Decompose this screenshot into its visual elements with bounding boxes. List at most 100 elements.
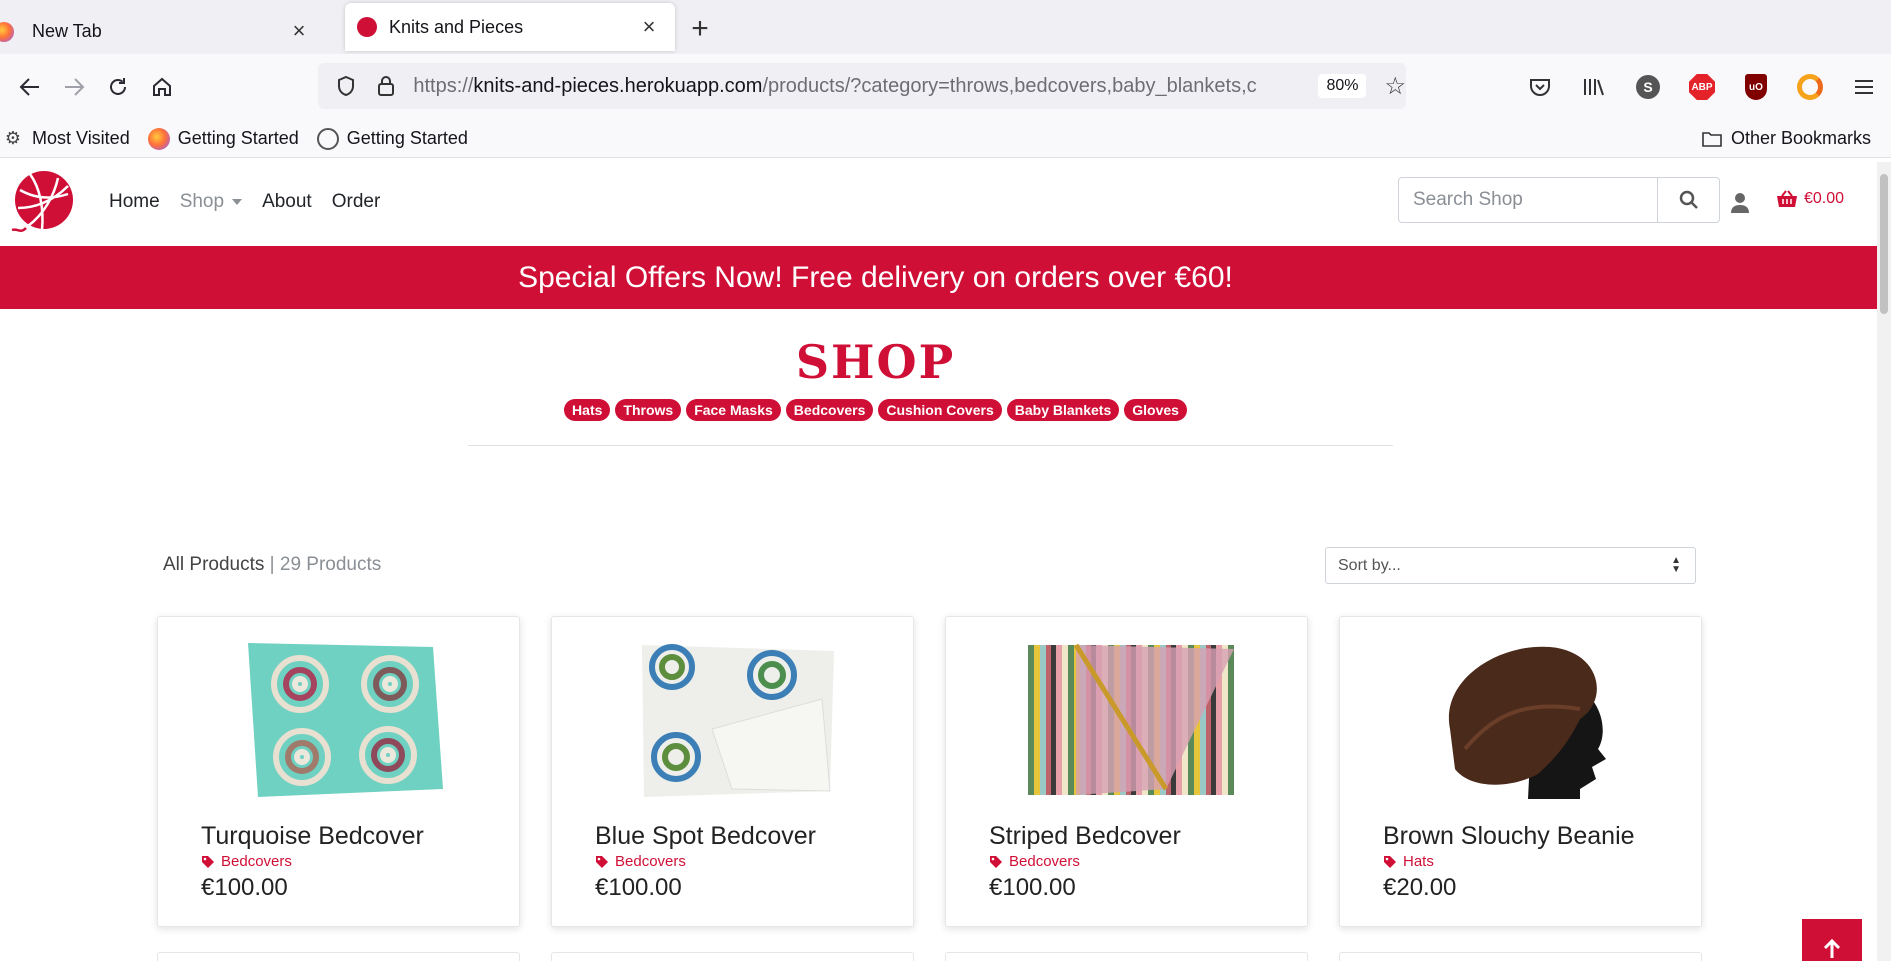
nav-home[interactable]: Home bbox=[109, 191, 160, 213]
gear-icon: ⚙ bbox=[4, 128, 22, 148]
product-name[interactable]: Blue Spot Bedcover bbox=[595, 822, 816, 851]
all-products-link[interactable]: All Products bbox=[163, 554, 264, 575]
cart-total: €0.00 bbox=[1804, 190, 1845, 207]
product-card[interactable] bbox=[1339, 952, 1702, 961]
product-price: €100.00 bbox=[989, 874, 1076, 901]
product-name[interactable]: Striped Bedcover bbox=[989, 822, 1181, 851]
browser-tab-bar: New Tab × Knits and Pieces × + bbox=[0, 0, 1891, 54]
tag-icon bbox=[1384, 855, 1396, 868]
scrollbar-thumb[interactable] bbox=[1880, 174, 1888, 314]
tag-icon bbox=[596, 855, 608, 868]
lock-icon[interactable] bbox=[366, 75, 406, 97]
yarn-ball-logo-icon[interactable] bbox=[8, 168, 76, 236]
product-category[interactable]: Bedcovers bbox=[595, 853, 686, 870]
new-tab-plus-icon[interactable]: + bbox=[675, 12, 725, 46]
product-card[interactable]: Blue Spot Bedcover Bedcovers €100.00 bbox=[551, 616, 914, 927]
nav-shop-dropdown[interactable]: Shop bbox=[179, 191, 243, 213]
nav-order[interactable]: Order bbox=[332, 191, 381, 213]
tab-label: Knits and Pieces bbox=[389, 16, 524, 37]
bookmark-star-icon[interactable]: ☆ bbox=[1384, 72, 1406, 101]
category-pill-hats[interactable]: Hats bbox=[564, 399, 611, 421]
search-button[interactable] bbox=[1658, 177, 1720, 223]
product-grid-row-2 bbox=[157, 952, 1702, 961]
other-bookmarks-label: Other Bookmarks bbox=[1730, 128, 1871, 148]
cart-link[interactable]: €0.00 bbox=[1776, 190, 1844, 208]
product-category[interactable]: Bedcovers bbox=[989, 853, 1080, 870]
main-nav: Home Shop About Order bbox=[109, 158, 400, 246]
bookmark-most-visited[interactable]: ⚙ Most Visited bbox=[2, 128, 130, 150]
user-account-icon[interactable] bbox=[1730, 192, 1750, 214]
browser-toolbar: https://knits-and-pieces.herokuapp.com/p… bbox=[0, 54, 1891, 120]
product-card[interactable] bbox=[157, 952, 520, 961]
forward-arrow-icon[interactable] bbox=[52, 67, 96, 107]
product-category[interactable]: Bedcovers bbox=[201, 853, 292, 870]
sort-select-value: Sort by... bbox=[1338, 557, 1401, 574]
url-text: https://knits-and-pieces.herokuapp.com/p… bbox=[413, 74, 1257, 97]
category-pill-baby-blankets[interactable]: Baby Blankets bbox=[1006, 399, 1120, 421]
product-price: €100.00 bbox=[201, 874, 288, 901]
bookmarks-toolbar: ⚙ Most Visited Getting Started Getting S… bbox=[0, 120, 1891, 158]
page-scrollbar[interactable] bbox=[1877, 162, 1891, 961]
product-category-label: Bedcovers bbox=[221, 853, 292, 870]
category-pill-cushion-covers[interactable]: Cushion Covers bbox=[878, 399, 1002, 421]
bookmark-getting-started[interactable]: Getting Started bbox=[147, 127, 299, 150]
tab-label: New Tab bbox=[32, 20, 102, 41]
product-name[interactable]: Turquoise Bedcover bbox=[201, 822, 424, 851]
yarn-favicon-icon bbox=[357, 17, 377, 37]
product-name[interactable]: Brown Slouchy Beanie bbox=[1383, 822, 1635, 851]
bookmark-getting-started-2[interactable]: Getting Started bbox=[316, 127, 468, 150]
product-image[interactable] bbox=[622, 639, 852, 799]
chevron-down-icon bbox=[232, 198, 243, 205]
close-icon[interactable]: × bbox=[287, 18, 311, 44]
nav-about[interactable]: About bbox=[262, 191, 312, 213]
nav-shop-label: Shop bbox=[179, 191, 225, 212]
divider bbox=[468, 445, 1393, 446]
product-image[interactable] bbox=[228, 639, 458, 799]
category-pill-face-masks[interactable]: Face Masks bbox=[686, 399, 781, 421]
shield-icon[interactable] bbox=[326, 75, 366, 97]
product-card[interactable]: Turquoise Bedcover Bedcovers €100.00 bbox=[157, 616, 520, 927]
grammarly-icon[interactable] bbox=[1783, 67, 1837, 107]
product-card[interactable] bbox=[945, 952, 1308, 961]
category-pill-throws[interactable]: Throws bbox=[615, 399, 682, 421]
product-category-label: Bedcovers bbox=[615, 853, 686, 870]
address-bar[interactable]: https://knits-and-pieces.herokuapp.com/p… bbox=[318, 63, 1406, 109]
home-icon[interactable] bbox=[140, 67, 184, 107]
product-grid: Turquoise Bedcover Bedcovers €100.00 Blu… bbox=[157, 616, 1702, 927]
search-icon bbox=[1679, 190, 1698, 209]
library-icon[interactable] bbox=[1567, 67, 1621, 107]
product-card[interactable] bbox=[551, 952, 914, 961]
adblock-plus-label: ABP bbox=[1689, 74, 1715, 100]
bookmark-label: Most Visited bbox=[32, 128, 130, 148]
back-to-top-button[interactable] bbox=[1802, 919, 1862, 961]
tab-knits-and-pieces[interactable]: Knits and Pieces × bbox=[345, 3, 675, 51]
s-extension-icon[interactable]: S bbox=[1621, 67, 1675, 107]
pocket-icon[interactable] bbox=[1513, 67, 1567, 107]
product-category[interactable]: Hats bbox=[1383, 853, 1434, 870]
product-card[interactable]: Striped Bedcover Bedcovers €100.00 bbox=[945, 616, 1308, 927]
category-pill-gloves[interactable]: Gloves bbox=[1124, 399, 1187, 421]
back-arrow-icon[interactable] bbox=[8, 67, 52, 107]
product-image[interactable] bbox=[1410, 639, 1640, 799]
adblock-plus-icon[interactable]: ABP bbox=[1675, 67, 1729, 107]
hamburger-menu-icon[interactable] bbox=[1837, 67, 1891, 107]
product-category-label: Bedcovers bbox=[1009, 853, 1080, 870]
count-separator: | bbox=[269, 554, 275, 575]
tab-new-tab[interactable]: New Tab × bbox=[0, 8, 325, 54]
product-card[interactable]: Brown Slouchy Beanie Hats €20.00 bbox=[1339, 616, 1702, 927]
product-image[interactable] bbox=[1016, 639, 1246, 799]
sort-select[interactable]: Sort by... ▲ ▼ bbox=[1325, 547, 1696, 584]
bookmark-label: Getting Started bbox=[177, 128, 299, 148]
category-pill-bedcovers[interactable]: Bedcovers bbox=[785, 399, 874, 421]
reload-icon[interactable] bbox=[96, 67, 140, 107]
extensions-toolbar: S ABP uO bbox=[1513, 54, 1891, 120]
ublock-origin-icon[interactable]: uO bbox=[1729, 67, 1783, 107]
zoom-level-badge[interactable]: 80% bbox=[1318, 74, 1367, 98]
firefox-icon bbox=[0, 22, 14, 42]
ublock-origin-label: uO bbox=[1745, 74, 1767, 100]
close-icon[interactable]: × bbox=[637, 14, 661, 40]
product-category-label: Hats bbox=[1403, 853, 1434, 870]
folder-icon bbox=[1701, 128, 1723, 150]
search-input[interactable] bbox=[1398, 177, 1658, 223]
other-bookmarks[interactable]: Other Bookmarks bbox=[1701, 128, 1871, 150]
